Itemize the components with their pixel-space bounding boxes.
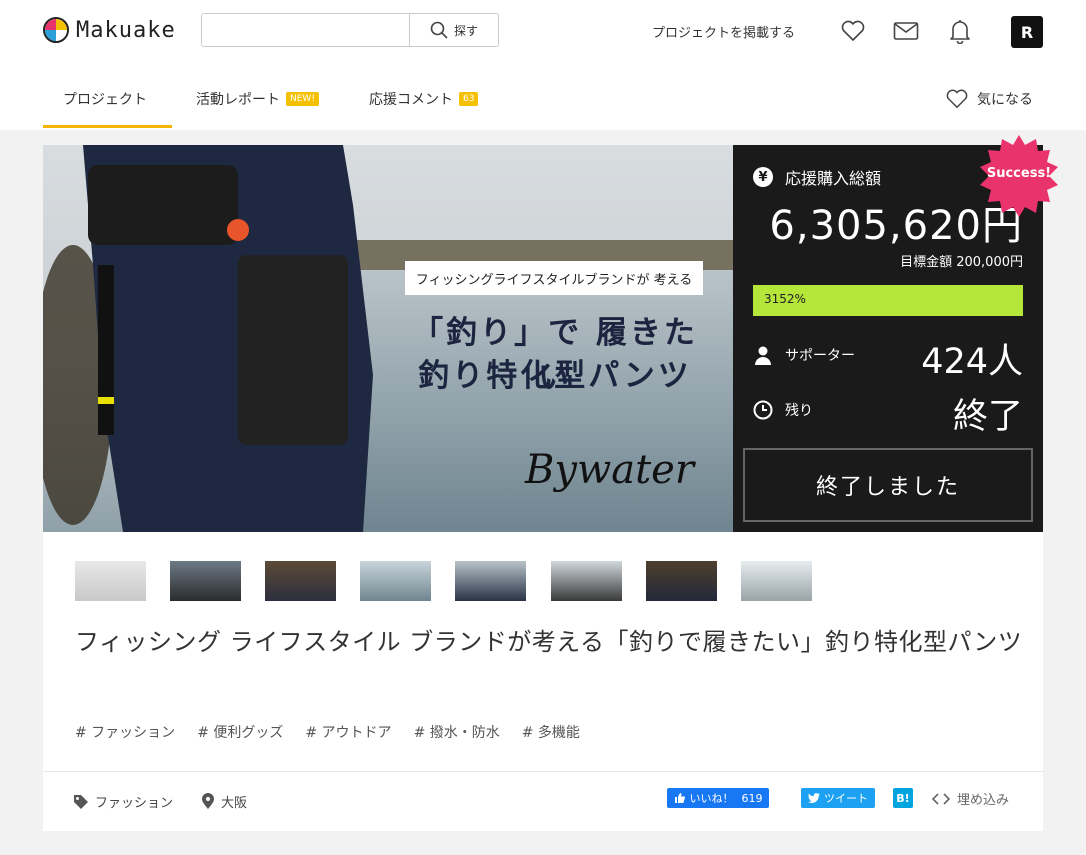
makuake-logo[interactable]: Makuake: [43, 17, 176, 43]
project-title: フィッシング ライフスタイル ブランドが考える「釣りで履きたい」釣り特化型パンツ: [75, 628, 1023, 656]
tweet-button[interactable]: ツイート: [801, 788, 875, 808]
user-avatar[interactable]: R: [1011, 16, 1043, 48]
hero-subtitle: フィッシングライフスタイルブランドが 考える: [415, 272, 693, 288]
yen-icon: ¥: [753, 167, 773, 187]
tag-outdoor[interactable]: # アウトドア: [305, 722, 391, 742]
favorite-button[interactable]: 気になる: [945, 88, 1033, 110]
search-icon: [430, 21, 448, 39]
like-label: いいね！: [689, 792, 734, 805]
site-header: Makuake 探す プロジェクトを掲載する R プロジェクト 活動レポート N…: [0, 0, 1086, 130]
hatena-label: B!: [896, 791, 910, 805]
tweet-label: ツイート: [824, 792, 868, 805]
progress-label: 3152%: [764, 292, 806, 306]
divider: [43, 771, 1043, 772]
total-label: 応援購入総額: [785, 169, 882, 188]
progress-bar: 3152%: [753, 285, 1023, 316]
tab-project[interactable]: プロジェクト: [63, 70, 147, 127]
code-brackets-icon: [931, 792, 951, 805]
hero-headline-line2: 釣り特化型パンツ: [418, 358, 692, 394]
project-ended-button[interactable]: 終了しました: [743, 448, 1033, 522]
hatena-bookmark-button[interactable]: B!: [893, 788, 913, 808]
mail-icon[interactable]: [893, 18, 919, 44]
facebook-like-button[interactable]: いいね！ 619: [667, 788, 769, 808]
supporters-value: 424人: [921, 342, 1023, 382]
tag-fashion[interactable]: # ファッション: [75, 722, 175, 742]
thumbnail-5[interactable]: [455, 561, 526, 601]
tag-list: # ファッション # 便利グッズ # アウトドア # 撥水・防水 # 多機能: [75, 722, 580, 742]
tag-multifunction[interactable]: # 多機能: [522, 722, 580, 742]
tab-project-label: プロジェクト: [63, 91, 147, 108]
project-main-image[interactable]: フィッシングライフスタイルブランドが 考える 「釣り」で 履きたい 釣り特化型パ…: [43, 145, 733, 532]
search-button-label: 探す: [453, 23, 478, 38]
embed-button[interactable]: 埋め込み: [931, 789, 1009, 808]
active-tab-indicator: [43, 125, 172, 128]
comment-count-badge: 63: [459, 91, 479, 106]
category-link[interactable]: ファッション: [73, 792, 173, 811]
brand-logo: Bywater: [525, 447, 694, 493]
thumbnail-2[interactable]: [170, 561, 241, 601]
tab-activity-report-label: 活動レポート: [196, 91, 280, 108]
heart-icon[interactable]: [840, 18, 866, 44]
total-label-row: ¥ 応援購入総額: [753, 165, 881, 189]
embed-label: 埋め込み: [957, 793, 1010, 808]
favorite-label: 気になる: [977, 92, 1033, 108]
thumbs-up-icon: [674, 793, 685, 803]
category-label: ファッション: [95, 796, 174, 811]
goal-amount: 目標金額 200,000円: [900, 255, 1023, 270]
heart-outline-icon: [946, 89, 968, 108]
project-ended-label: 終了しました: [815, 475, 960, 500]
tab-support-comments[interactable]: 応援コメント 63: [369, 70, 479, 127]
tag-icon: [74, 794, 88, 809]
search-input[interactable]: [202, 14, 409, 46]
remaining-value: 終了: [952, 397, 1023, 437]
thumbnail-7[interactable]: [646, 561, 717, 601]
tag-convenient-goods[interactable]: # 便利グッズ: [197, 722, 283, 742]
like-count: 619: [741, 791, 763, 805]
thumbnail-3[interactable]: [265, 561, 336, 601]
location-link[interactable]: 大阪: [201, 792, 247, 811]
avatar-letter: R: [1020, 22, 1034, 42]
person-icon: [755, 346, 771, 365]
success-label: Success!: [986, 166, 1052, 181]
location-label: 大阪: [221, 796, 248, 811]
remaining-row: 残り: [753, 400, 813, 420]
new-badge: NEW!: [286, 91, 319, 106]
bell-icon[interactable]: [947, 18, 973, 44]
tab-activity-report[interactable]: 活動レポート NEW!: [196, 70, 319, 127]
post-project-link[interactable]: プロジェクトを掲載する: [652, 22, 795, 41]
search-box: 探す: [201, 13, 499, 47]
logo-text: Makuake: [76, 17, 176, 43]
tab-support-comments-label: 応援コメント: [369, 91, 453, 108]
tag-waterproof[interactable]: # 撥水・防水: [414, 722, 500, 742]
thumbnail-6[interactable]: [551, 561, 622, 601]
location-pin-icon: [202, 793, 214, 809]
twitter-bird-icon: [808, 793, 820, 803]
clock-icon: [753, 400, 773, 420]
funding-panel: ¥ 応援購入総額 6,305,620円 目標金額 200,000円 3152% …: [733, 135, 1058, 532]
thumbnail-8[interactable]: [741, 561, 812, 601]
logo-mark-icon: [43, 17, 69, 43]
supporters-label: サポーター: [785, 348, 855, 364]
thumbnail-4[interactable]: [360, 561, 431, 601]
thumbnail-1[interactable]: [75, 561, 146, 601]
success-badge: Success!: [976, 133, 1062, 219]
remaining-label: 残り: [785, 403, 813, 419]
supporters-row: サポーター: [753, 345, 855, 365]
search-button[interactable]: 探す: [409, 14, 498, 46]
